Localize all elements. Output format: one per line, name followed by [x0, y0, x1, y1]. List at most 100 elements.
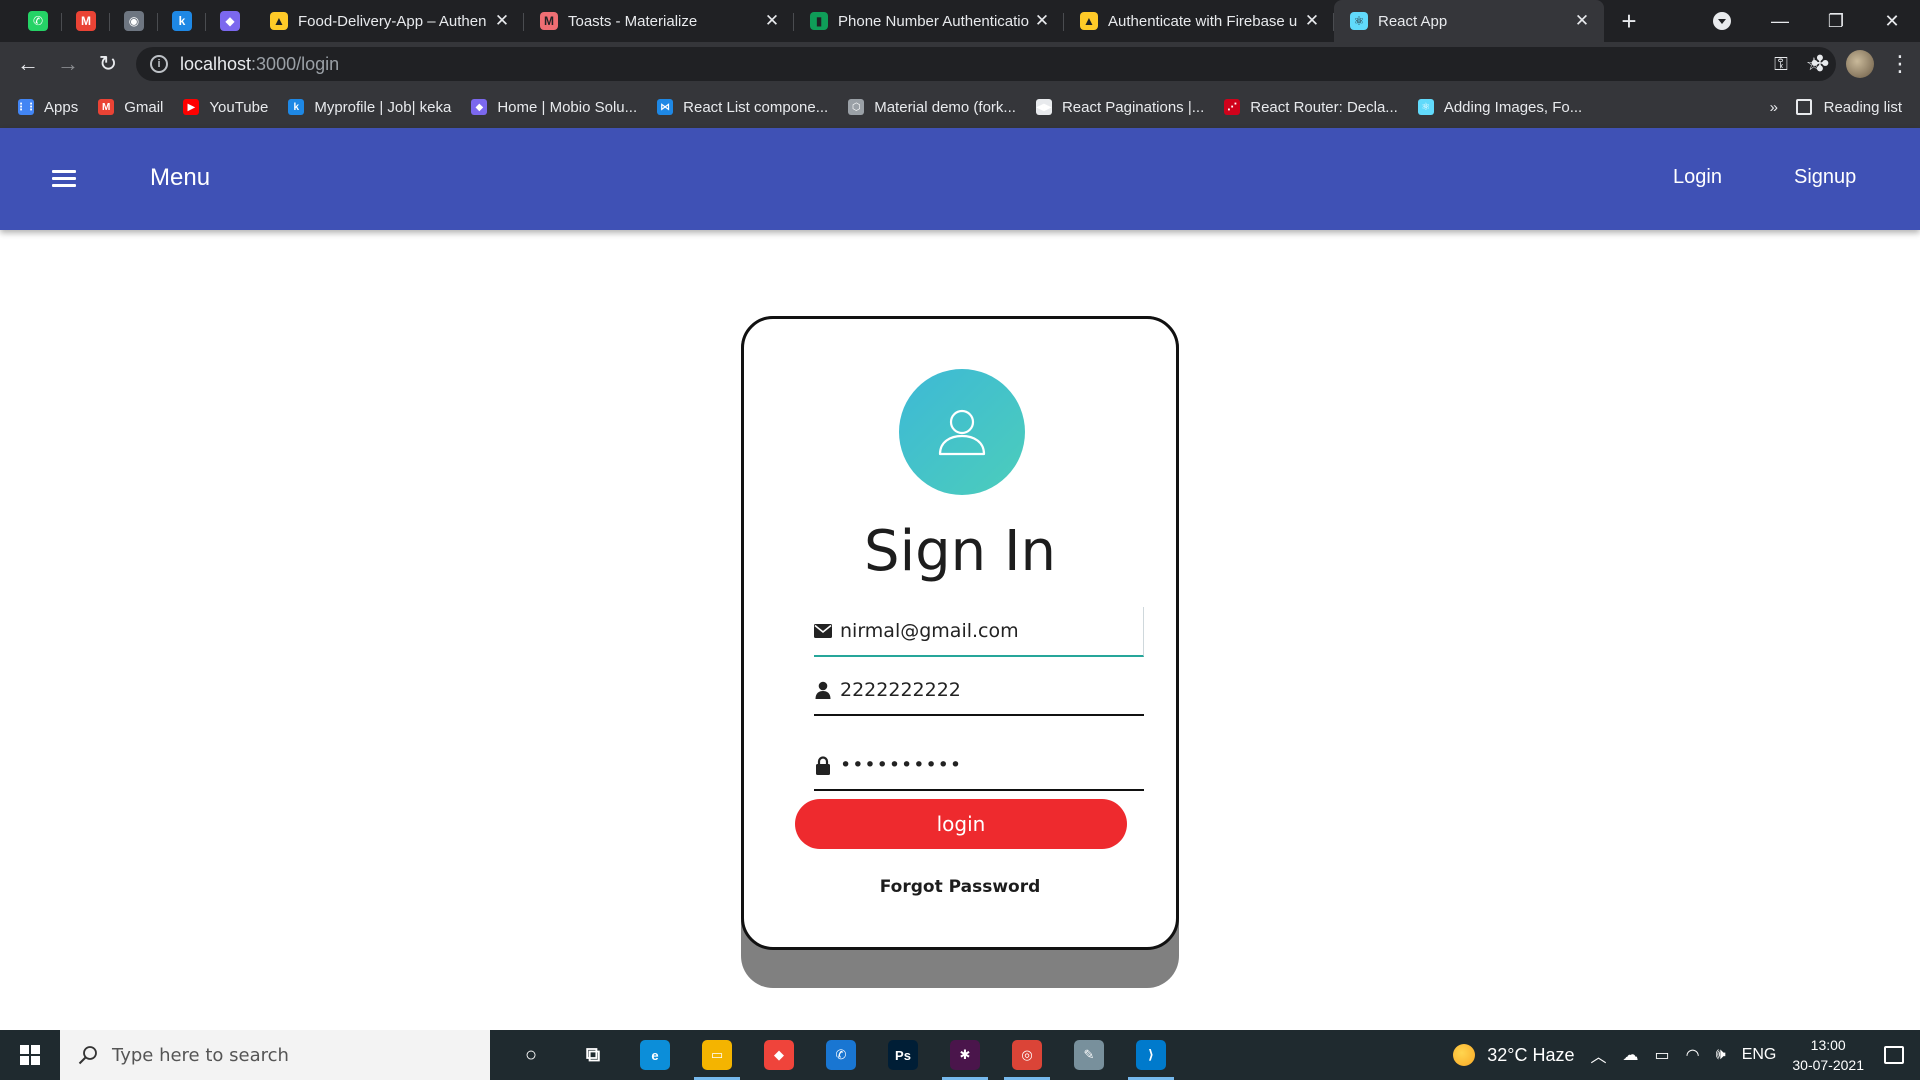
bookmarks-bar: ⋮⋮ Apps M Gmail ▶ YouTube k Myprofile | Job| ke…: [0, 86, 1920, 128]
back-button[interactable]: ←: [8, 44, 48, 84]
app-header: Menu Login Signup: [0, 128, 1920, 230]
chrome-menu-icon[interactable]: ⋮: [1880, 44, 1920, 84]
bookmark-label: YouTube: [209, 98, 269, 116]
react-router-icon: ⋰: [1224, 99, 1241, 115]
bookmark-item[interactable]: ⋮⋮ Apps: [16, 99, 78, 116]
reading-list-button[interactable]: Reading list: [1795, 86, 1902, 128]
weather-sun-icon: [1453, 1044, 1476, 1066]
weather-text: 32°C Haze: [1487, 1044, 1575, 1065]
chevron-down-icon: [1713, 12, 1731, 30]
tab[interactable]: M Toasts - Materialize ✕: [524, 0, 794, 42]
taskbar-search-box[interactable]: Type here to search: [60, 1030, 490, 1080]
whatsapp-icon: ✆: [826, 1040, 856, 1070]
email-field[interactable]: [814, 607, 1144, 657]
tab[interactable]: ▲ Authenticate with Firebase u ✕: [1064, 0, 1334, 42]
password-input[interactable]: [840, 754, 1130, 776]
start-button[interactable]: [0, 1030, 60, 1080]
hamburger-menu-icon[interactable]: [52, 170, 76, 188]
tab-search-button[interactable]: [1692, 0, 1752, 42]
tab-title: Toasts - Materialize: [568, 12, 698, 30]
new-tab-button[interactable]: +: [1604, 0, 1654, 42]
tab[interactable]: ▮ Phone Number Authenticatio ✕: [794, 0, 1064, 42]
taskbar-app[interactable]: ◎: [996, 1030, 1058, 1080]
bookmark-item[interactable]: ⬡ Material demo (fork...: [848, 99, 1016, 116]
avatar: [1846, 50, 1874, 78]
bookmark-item[interactable]: ▶ YouTube: [183, 99, 268, 116]
pinned-tab[interactable]: M: [62, 0, 110, 42]
password-key-icon[interactable]: ⚿: [1774, 54, 1788, 75]
nav-signup-link[interactable]: Signup: [1794, 166, 1856, 189]
taskbar-app[interactable]: ◆: [748, 1030, 810, 1080]
taskbar-app[interactable]: ⧉: [562, 1030, 624, 1080]
windows-logo-icon: [20, 1045, 40, 1065]
pinned-tab[interactable]: ◉: [110, 0, 158, 42]
envelope-icon: [814, 622, 832, 640]
site-info-icon[interactable]: i: [150, 55, 168, 73]
bookmark-item[interactable]: ⚛ Adding Images, Fo...: [1417, 98, 1583, 116]
firebase-icon: ▲: [1080, 12, 1098, 30]
cortana-icon: ○: [524, 1043, 538, 1066]
pinned-tab[interactable]: k: [158, 0, 206, 42]
taskbar-app[interactable]: ○: [500, 1030, 562, 1080]
bookmark-item[interactable]: ⋰ React Router: Decla...: [1224, 99, 1398, 116]
taskbar-app[interactable]: ✆: [810, 1030, 872, 1080]
tab-title: Authenticate with Firebase u: [1108, 12, 1298, 30]
materialize-icon: M: [540, 12, 558, 30]
battery-icon[interactable]: ▭: [1655, 1045, 1670, 1065]
react-icon: ⚛: [1350, 12, 1368, 30]
signin-title: Sign In: [864, 519, 1056, 584]
onedrive-icon[interactable]: ☁: [1623, 1045, 1639, 1065]
forgot-password-link[interactable]: Forgot Password: [744, 877, 1176, 897]
taskbar-app[interactable]: ⟩: [1120, 1030, 1182, 1080]
extensions-icon[interactable]: ✤: [1800, 44, 1840, 84]
login-button[interactable]: login: [795, 799, 1127, 849]
reload-button[interactable]: ↻: [88, 44, 128, 84]
taskbar-clock[interactable]: 13:00 30-07-2021: [1792, 1035, 1864, 1075]
tab-active[interactable]: ⚛ React App ✕: [1334, 0, 1604, 42]
close-window-button[interactable]: ✕: [1864, 0, 1920, 42]
bookmark-item[interactable]: M Gmail: [98, 99, 163, 116]
minimize-button[interactable]: —: [1752, 0, 1808, 42]
nav-login-link[interactable]: Login: [1673, 166, 1722, 189]
bookmark-item[interactable]: k Myprofile | Job| keka: [288, 99, 451, 116]
forward-button[interactable]: →: [48, 44, 88, 84]
volume-icon[interactable]: 🕪: [1716, 1046, 1726, 1064]
bookmark-label: Gmail: [124, 98, 164, 116]
notification-center-icon[interactable]: [1884, 1046, 1904, 1064]
bookmark-label: Adding Images, Fo...: [1443, 98, 1583, 116]
tab[interactable]: ▲ Food-Delivery-App – Authen ✕: [254, 0, 524, 42]
taskbar-app[interactable]: ✎: [1058, 1030, 1120, 1080]
close-tab-icon[interactable]: ✕: [1032, 11, 1052, 31]
bookmarks-overflow-button[interactable]: »: [1770, 86, 1778, 128]
wifi-icon[interactable]: ◠: [1686, 1045, 1700, 1065]
pinned-tab[interactable]: ✆: [14, 0, 62, 42]
taskbar-app[interactable]: Ps: [872, 1030, 934, 1080]
bookmark-item[interactable]: ◆ Home | Mobio Solu...: [471, 99, 637, 116]
close-tab-icon[interactable]: ✕: [762, 11, 782, 31]
email-input[interactable]: [840, 620, 1130, 642]
user-icon: [938, 409, 986, 456]
bookmark-item[interactable]: ⋈ React List compone...: [657, 99, 828, 116]
taskbar-app[interactable]: e: [624, 1030, 686, 1080]
password-field[interactable]: [814, 741, 1144, 791]
restore-button[interactable]: ❐: [1808, 0, 1864, 42]
profile-button[interactable]: [1840, 44, 1880, 84]
close-tab-icon[interactable]: ✕: [1572, 11, 1592, 31]
clock-time: 13:00: [1810, 1037, 1846, 1053]
address-bar[interactable]: i localhost:3000/login ⚿ ☆: [136, 47, 1836, 81]
phone-input[interactable]: [840, 679, 1130, 701]
close-tab-icon[interactable]: ✕: [1302, 11, 1322, 31]
bookmark-item[interactable]: ◀▶ React Paginations |...: [1035, 99, 1204, 116]
taskbar-app[interactable]: ▭: [686, 1030, 748, 1080]
taskbar-app[interactable]: ✱: [934, 1030, 996, 1080]
tray-overflow-icon[interactable]: ︿: [1591, 1043, 1607, 1067]
clickup-icon: ◆: [220, 11, 240, 31]
notepad-icon: ✎: [1074, 1040, 1104, 1070]
pinned-tab[interactable]: ◆: [206, 0, 254, 42]
close-tab-icon[interactable]: ✕: [492, 11, 512, 31]
weather-widget[interactable]: 32°C Haze: [1453, 1044, 1575, 1066]
phone-field[interactable]: [814, 666, 1144, 716]
taskbar-search-placeholder: Type here to search: [112, 1044, 289, 1066]
person-icon: [814, 681, 832, 699]
language-indicator[interactable]: ENG: [1742, 1046, 1777, 1064]
